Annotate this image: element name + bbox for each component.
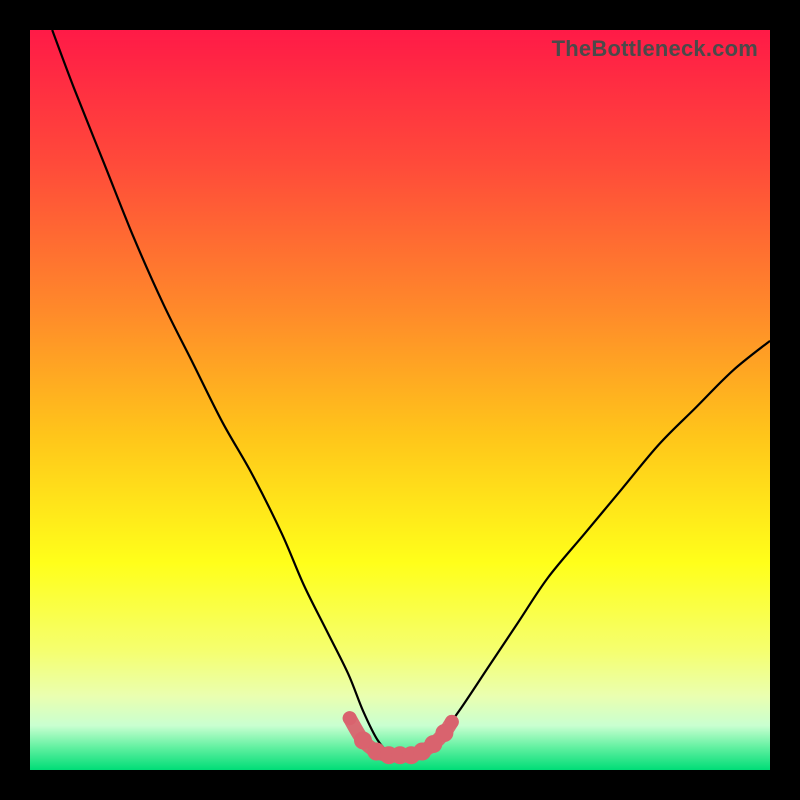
plot-area: TheBottleneck.com <box>30 30 770 770</box>
valley-dot <box>445 715 459 729</box>
gradient-background <box>30 30 770 770</box>
watermark-text: TheBottleneck.com <box>552 36 758 62</box>
bottleneck-chart <box>30 30 770 770</box>
valley-dot <box>343 711 357 725</box>
